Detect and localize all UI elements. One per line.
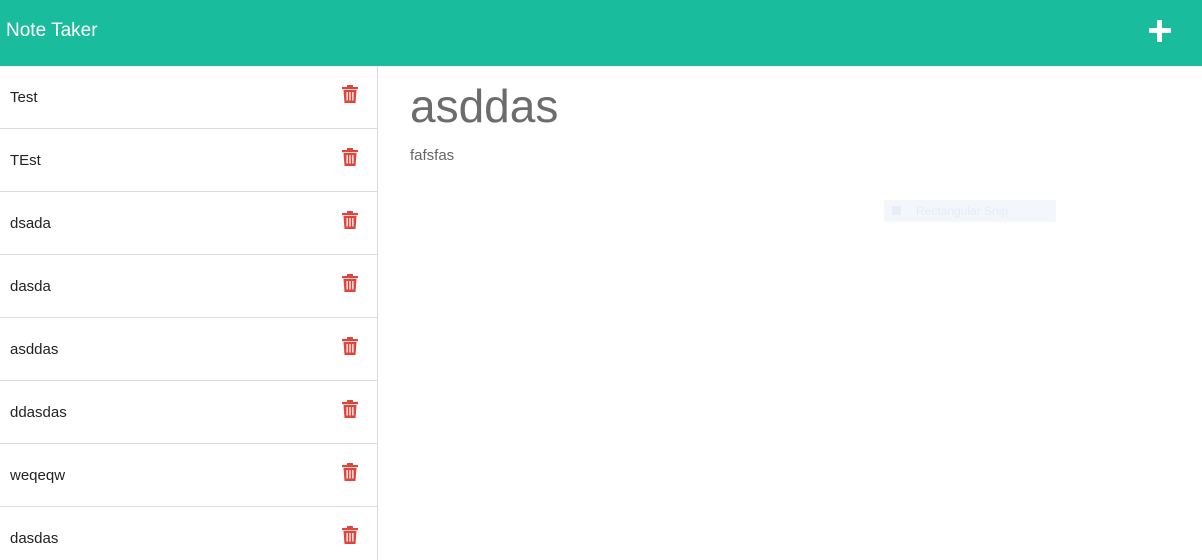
note-list-item[interactable]: dasda — [0, 255, 377, 318]
snip-icon — [892, 206, 901, 215]
trash-icon[interactable] — [342, 337, 358, 355]
note-editor: asddas fafsfas Rectangular Snip — [378, 66, 1202, 560]
note-list-item[interactable]: ddasdas — [0, 381, 377, 444]
snip-tooltip: Rectangular Snip — [884, 200, 1056, 222]
trash-icon[interactable] — [342, 463, 358, 481]
trash-icon[interactable] — [342, 274, 358, 292]
trash-icon[interactable] — [342, 85, 358, 103]
note-heading[interactable]: asddas — [410, 78, 558, 134]
note-list: Test TEst dsada dasda asddas ddasdas weq… — [0, 66, 378, 560]
note-list-item[interactable]: dsada — [0, 192, 377, 255]
trash-icon[interactable] — [342, 400, 358, 418]
note-title: TEst — [10, 152, 41, 169]
note-list-item[interactable]: dasdas — [0, 507, 377, 560]
note-list-item[interactable]: weqeqw — [0, 444, 377, 507]
note-list-item[interactable]: asddas — [0, 318, 377, 381]
note-list-item[interactable]: TEst — [0, 129, 377, 192]
new-note-button[interactable] — [1146, 17, 1174, 45]
trash-icon[interactable] — [342, 211, 358, 229]
note-title: asddas — [10, 341, 59, 358]
note-title: ddasdas — [10, 404, 67, 421]
note-title: dasda — [10, 278, 51, 295]
note-title: Test — [10, 89, 38, 106]
note-list-item[interactable]: Test — [0, 66, 377, 129]
app-title[interactable]: Note Taker — [6, 18, 98, 44]
note-body[interactable]: fafsfas — [410, 146, 454, 166]
note-title: dasdas — [10, 530, 59, 547]
snip-tooltip-label: Rectangular Snip — [916, 204, 1009, 218]
trash-icon[interactable] — [342, 526, 358, 544]
note-title: weqeqw — [10, 467, 66, 484]
navbar: Note Taker — [0, 0, 1202, 66]
note-title: dsada — [10, 215, 51, 232]
trash-icon[interactable] — [342, 148, 358, 166]
